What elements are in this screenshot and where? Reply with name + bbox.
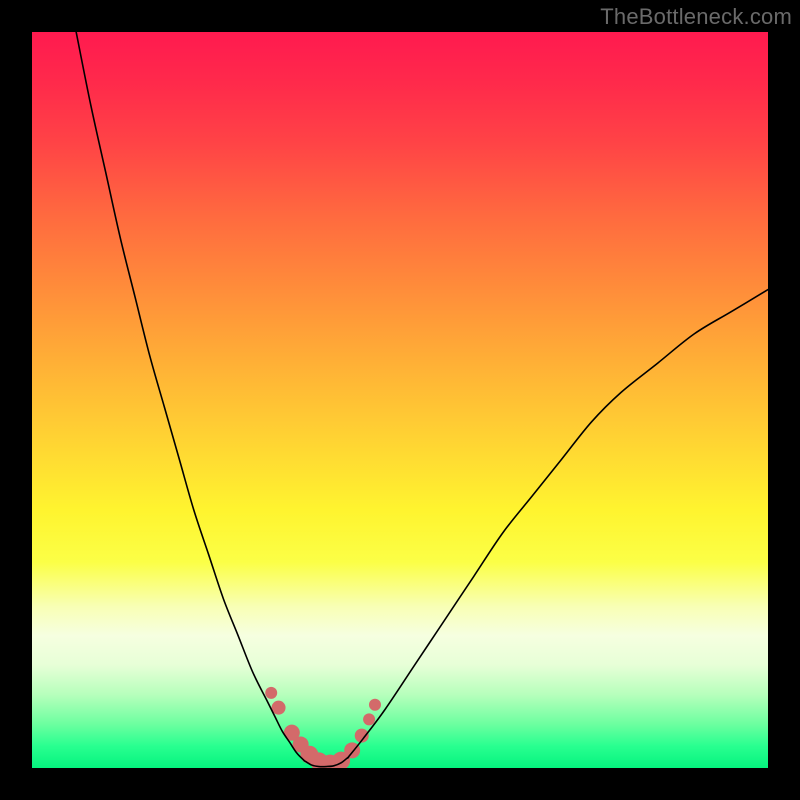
marker-dot [265,687,277,699]
chart-svg [32,32,768,768]
marker-dot [369,699,381,711]
marker-dot [363,713,375,725]
plot-area [32,32,768,768]
marker-group [265,687,381,768]
chart-frame: TheBottleneck.com [0,0,800,800]
bottleneck-curve [76,32,768,767]
watermark-text: TheBottleneck.com [600,4,792,30]
